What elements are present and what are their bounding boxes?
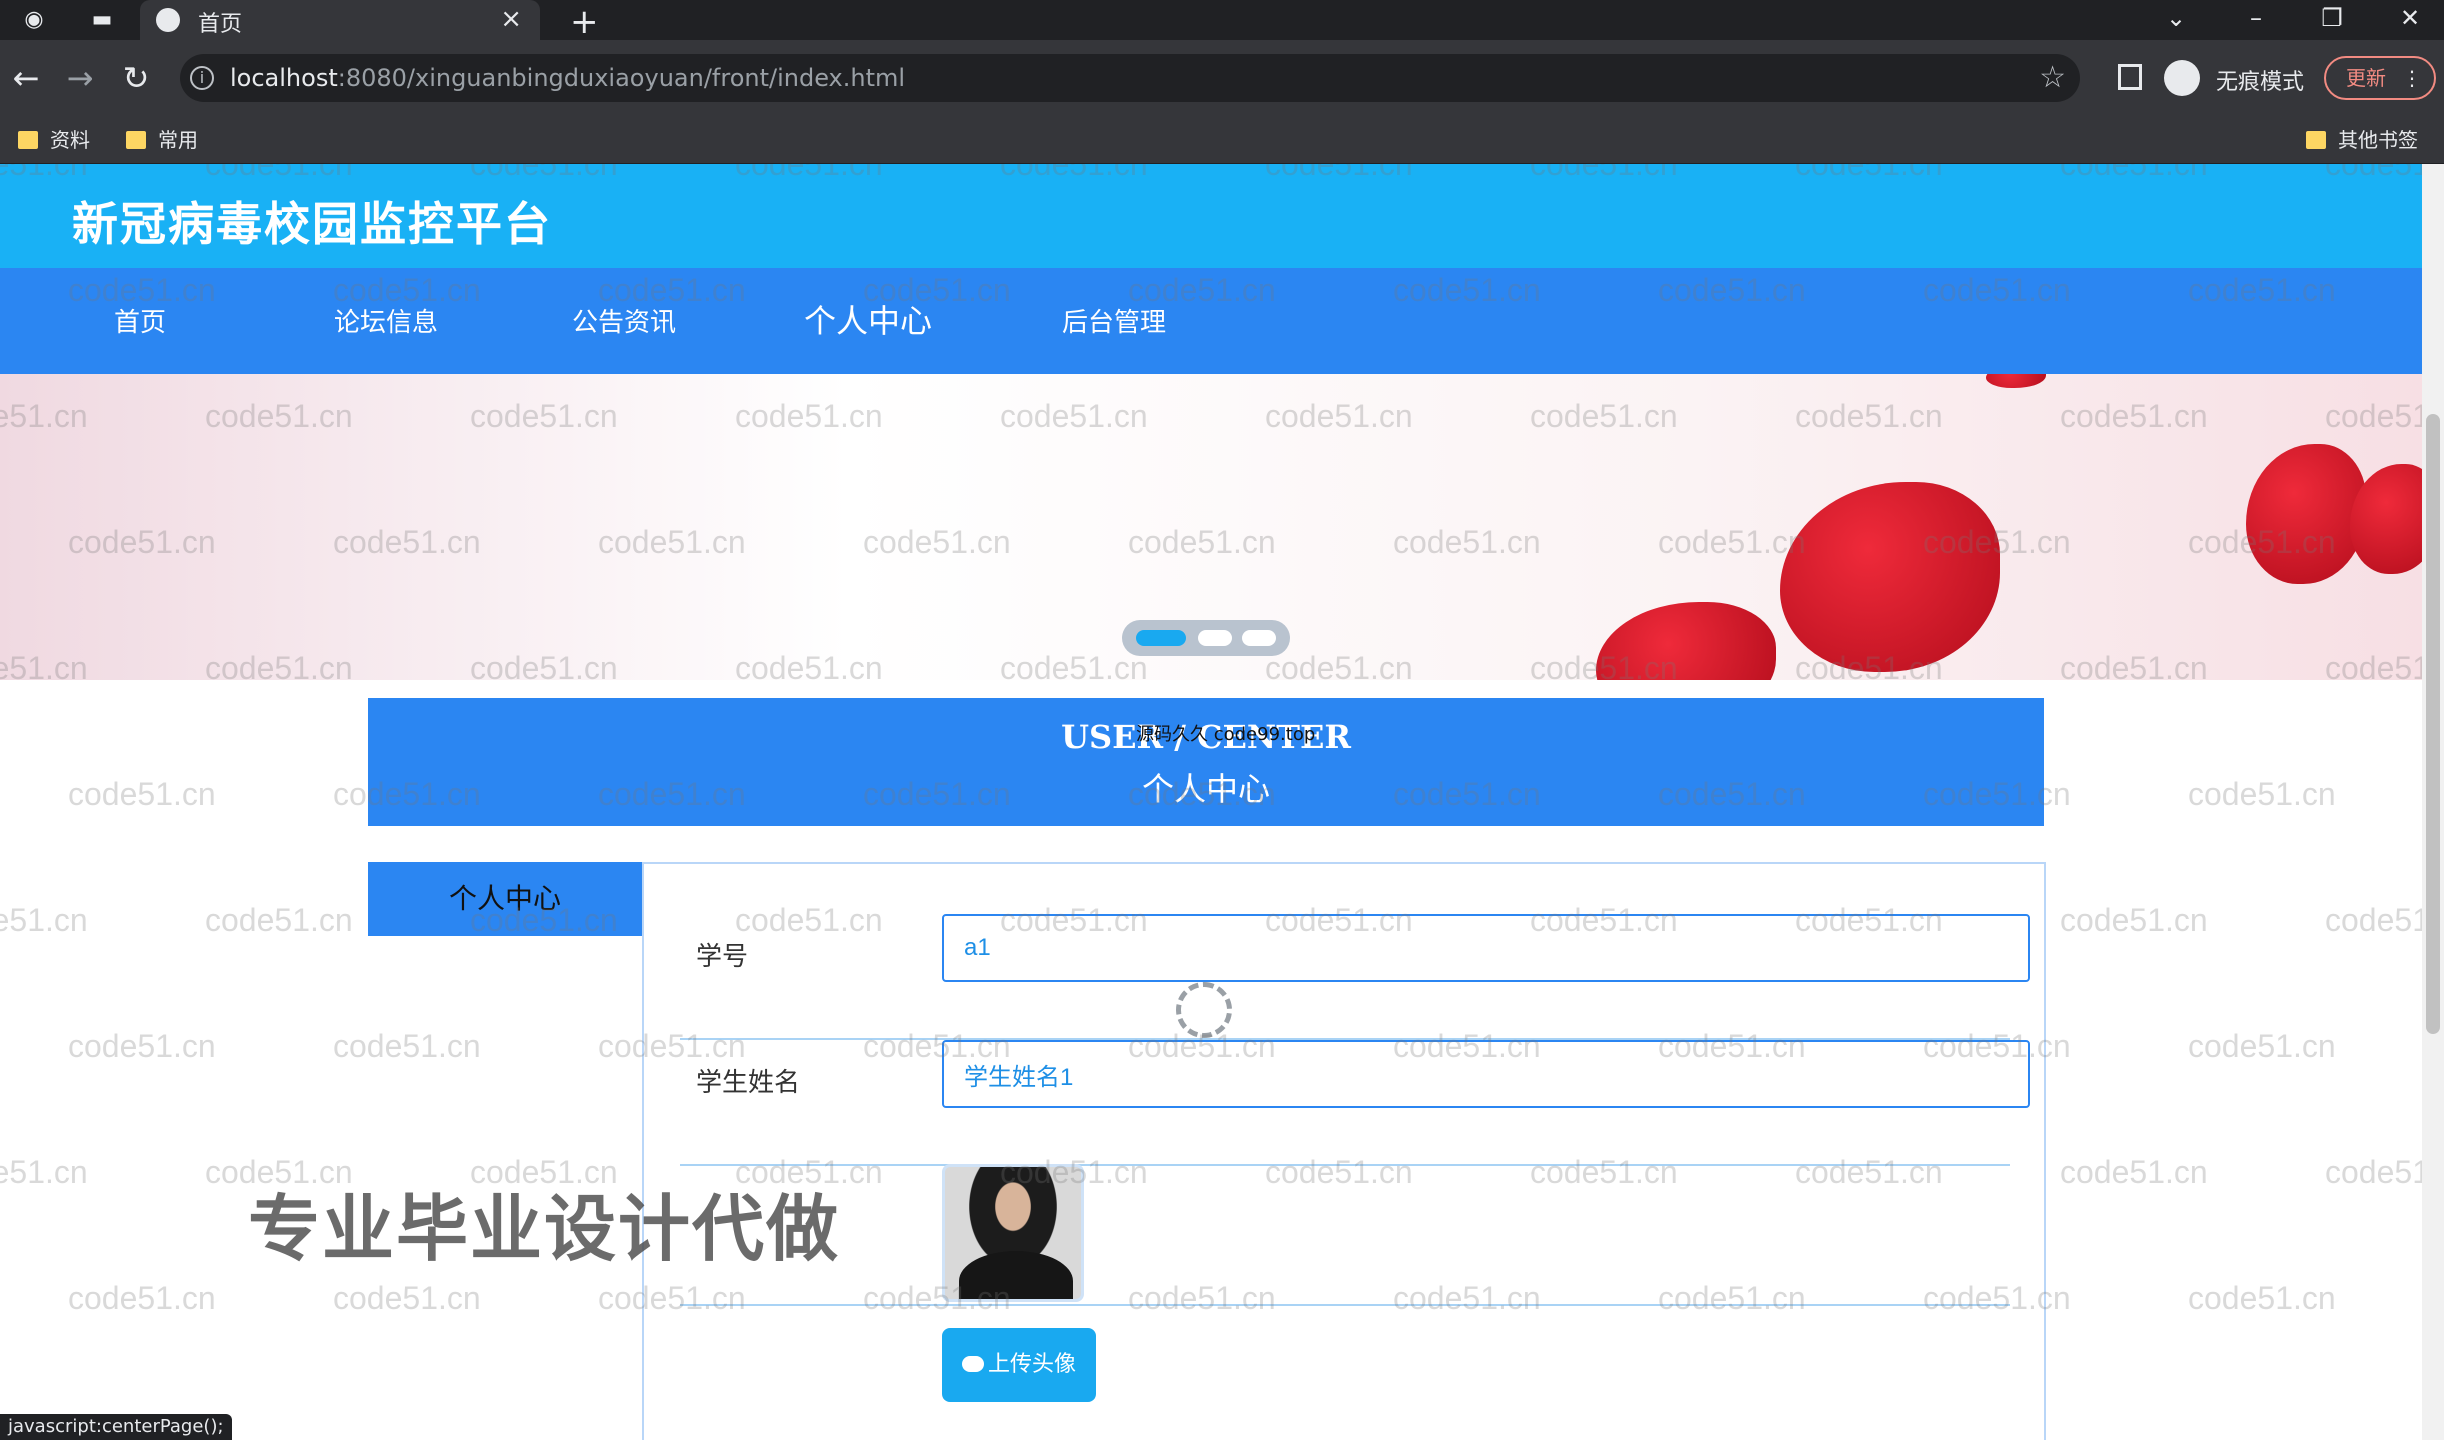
incognito-icon [2164,60,2200,96]
close-window-button[interactable]: ✕ [2380,0,2440,40]
watermark-text: code51.cn [2188,1280,2336,1316]
upload-avatar-button[interactable]: 上传头像 [942,1328,1096,1402]
back-arrow-icon[interactable]: ← [6,58,46,98]
carousel-indicators [1122,620,1290,656]
bookmarks-bar: 资料 常用 其他书签 [0,116,2444,164]
watermark-text: code51.cn [2188,1028,2336,1064]
tab-title: 首页 [198,12,243,37]
side-menu-user-center[interactable]: 个人中心 [368,862,642,936]
other-bookmarks-label: 其他书签 [2338,128,2418,152]
carousel-dot-active[interactable] [1136,630,1186,646]
bookmark-folder[interactable]: 常用 [126,124,198,156]
watermark-text: code51.cn [205,902,353,938]
nav-item-admin[interactable]: 后台管理 [1062,302,1166,339]
scrollbar-thumb[interactable] [2426,414,2440,1034]
browser-toolbar: ← → ↻ i localhost:8080/xinguanbingduxiao… [0,40,2444,116]
cloud-upload-icon [961,1356,984,1372]
rose-petal [1986,374,2046,388]
carousel-dot[interactable] [1198,630,1232,646]
tab-close-icon[interactable]: × [500,4,522,34]
folder-icon [18,131,38,149]
browser-tab-strip: ◉ ▬ 首页 × + ⌄ – ❐ ✕ [0,0,2444,42]
rose-petal [1780,482,2000,672]
minimize-button[interactable]: – [2226,0,2286,40]
other-bookmarks[interactable]: 其他书签 [2306,124,2418,156]
promo-overlay-text: 专业毕业设计代做 [248,1187,841,1271]
nav-item-news[interactable]: 公告资讯 [572,302,676,339]
tab-list-chevron-icon[interactable]: ⌄ [2146,0,2206,40]
folder-icon [2306,131,2326,149]
site-header: 新冠病毒校园监控平台 [0,164,2422,268]
browser-tab[interactable]: 首页 × [140,0,540,40]
watermark-text: code51.cn [0,1154,88,1190]
watermark-text: code51.cn [68,1280,216,1316]
url-host: localhost [230,64,338,92]
url-text[interactable]: localhost:8080/xinguanbingduxiaoyuan/fro… [230,64,905,92]
nav-item-forum[interactable]: 论坛信息 [334,302,438,339]
watermark-text: code51.cn [333,1280,481,1316]
bookmark-label: 资料 [50,128,90,152]
browser-menu-icon[interactable]: ◉ [20,6,48,34]
bookmark-star-icon[interactable]: ☆ [2039,60,2066,95]
globe-icon [156,8,180,32]
bookmark-label: 常用 [158,128,198,152]
new-tab-button[interactable]: + [570,2,599,42]
watermark-text: code51.cn [2325,902,2422,938]
form-row-upload: 上传头像 [680,1328,2010,1428]
rose-petal [1596,602,1776,680]
nav-item-home[interactable]: 首页 [114,302,166,339]
student-id-label: 学号 [696,942,749,972]
avatar [942,1164,1084,1302]
carousel-banner[interactable] [0,374,2422,680]
side-panel-icon[interactable] [2118,64,2142,90]
student-id-input[interactable] [942,914,2030,982]
more-menu-icon[interactable]: ⋮ [2402,58,2422,98]
form-row-student-name: 学生姓名 [680,1040,2030,1166]
incognito-label: 无痕模式 [2216,70,2305,95]
rose-petal [2246,444,2366,584]
forward-arrow-icon[interactable]: → [60,58,100,98]
watermark-text: code51.cn [68,776,216,812]
main-nav: 首页 论坛信息 公告资讯 个人中心 后台管理 [0,268,2422,374]
avatar-body [959,1251,1073,1299]
restore-button[interactable]: ❐ [2302,0,2362,40]
update-label: 更新 [2346,66,2386,90]
watermark-text: code51.cn [2060,1154,2208,1190]
bookmark-folder[interactable]: 资料 [18,124,90,156]
upload-avatar-label: 上传头像 [987,1352,1076,1377]
user-center-title-zh: 个人中心 [1141,770,1270,808]
folder-icon [126,131,146,149]
form-row-avatar [680,1164,2010,1306]
page-scrollbar[interactable] [2422,164,2444,1440]
update-button[interactable]: 更新 ⋮ [2324,56,2436,100]
site-title: 新冠病毒校园监控平台 [72,197,552,251]
loading-spinner-icon [1176,982,1232,1038]
student-name-input[interactable] [942,1040,2030,1108]
watermark-text: code51.cn [2188,776,2336,812]
overlay-note: 源码久久 code99.top [1136,724,1316,745]
url-path: :8080/xinguanbingduxiaoyuan/front/index.… [337,64,906,92]
tab-search-icon[interactable]: ▬ [88,6,116,34]
page-viewport: 新冠病毒校园监控平台 首页 论坛信息 公告资讯 个人中心 后台管理 USER /… [0,164,2422,1440]
watermark-text: code51.cn [2325,1154,2422,1190]
profile-form: 学号 学生姓名 上传头像 [642,862,2046,1440]
nav-item-user-center[interactable]: 个人中心 [804,296,932,342]
address-bar[interactable]: i localhost:8080/xinguanbingduxiaoyuan/f… [180,54,2080,102]
form-row-student-id: 学号 [680,914,2030,1040]
user-center-header: USER / CENTER 个人中心 [368,698,2044,826]
reload-icon[interactable]: ↻ [116,58,156,98]
site-info-icon[interactable]: i [190,66,214,90]
watermark-text: code51.cn [2060,902,2208,938]
student-name-label: 学生姓名 [696,1068,801,1098]
watermark-text: code51.cn [68,1028,216,1064]
watermark-text: code51.cn [0,902,88,938]
status-bar: javascript:centerPage(); [0,1414,232,1440]
watermark-text: code51.cn [333,1028,481,1064]
carousel-dot[interactable] [1242,630,1276,646]
